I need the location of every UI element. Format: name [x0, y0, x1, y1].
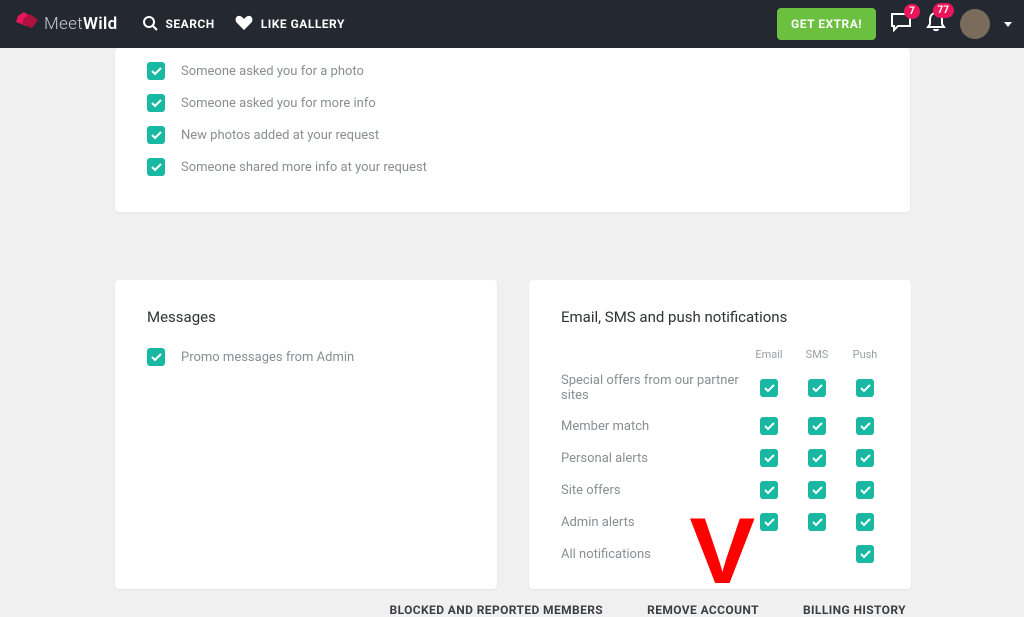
checkbox[interactable] [147, 348, 165, 366]
checkbox-sms[interactable] [808, 449, 826, 467]
checkbox-email[interactable] [760, 449, 778, 467]
checkbox-push[interactable] [856, 545, 874, 563]
notif-row: All notifications [561, 545, 879, 563]
blocked-members-link[interactable]: BLOCKED AND REPORTED MEMBERS [390, 603, 604, 617]
setting-row: Promo messages from Admin [147, 348, 465, 366]
notif-row: Special offers from our partner sites [561, 373, 879, 403]
chat-badge: 7 [904, 4, 920, 19]
billing-history-link[interactable]: BILLING HISTORY [803, 603, 906, 617]
checkbox[interactable] [147, 94, 165, 112]
chat-button[interactable]: 7 [890, 12, 912, 36]
notif-label: Member match [561, 419, 755, 434]
col-email: Email [755, 348, 783, 361]
setting-label: Someone shared more info at your request [181, 160, 427, 175]
setting-row: Someone shared more info at your request [147, 158, 878, 176]
header-right: GET EXTRA! 7 77 [777, 8, 1012, 40]
col-push: Push [851, 348, 879, 361]
brand-text: MeetWild [44, 14, 118, 34]
brand-logo[interactable]: MeetWild [12, 12, 118, 36]
checkbox-push[interactable] [856, 513, 874, 531]
setting-row: Someone asked you for a photo [147, 62, 878, 80]
profile-menu-caret[interactable] [1004, 22, 1012, 27]
remove-account-link[interactable]: REMOVE ACCOUNT [647, 603, 759, 617]
checkbox-sms[interactable] [808, 481, 826, 499]
col-sms: SMS [803, 348, 831, 361]
checkbox-email[interactable] [760, 417, 778, 435]
notif-label: All notifications [561, 547, 755, 562]
checkbox-email[interactable] [760, 513, 778, 531]
notif-row: Personal alerts [561, 449, 879, 467]
avatar[interactable] [960, 9, 990, 39]
notif-label: Site offers [561, 483, 755, 498]
heart-icon [235, 15, 253, 34]
notif-row: Site offers [561, 481, 879, 499]
notifications-card: Email, SMS and push notifications Email … [529, 280, 911, 589]
checkbox[interactable] [147, 62, 165, 80]
setting-label: Someone asked you for more info [181, 96, 376, 111]
setting-label: Promo messages from Admin [181, 350, 354, 365]
messages-title: Messages [147, 308, 465, 326]
notif-label: Special offers from our partner sites [561, 373, 755, 403]
checkbox-email[interactable] [760, 379, 778, 397]
checkbox[interactable] [147, 158, 165, 176]
nav-search-label: SEARCH [166, 17, 215, 31]
nav-like-label: LIKE GALLERY [261, 17, 345, 31]
checkbox-push[interactable] [856, 481, 874, 499]
setting-row: Someone asked you for more info [147, 94, 878, 112]
notif-row: Member match [561, 417, 879, 435]
setting-row: New photos added at your request [147, 126, 878, 144]
get-extra-button[interactable]: GET EXTRA! [777, 8, 876, 40]
checkbox-email-empty [760, 545, 778, 563]
nav-search[interactable]: SEARCH [142, 15, 215, 34]
app-header: MeetWild SEARCH LIKE GALLERY GET EXTRA! … [0, 0, 1024, 48]
checkbox-email[interactable] [760, 481, 778, 499]
notifications-badge: 77 [933, 3, 954, 18]
top-settings-card: Someone asked you for a photo Someone as… [115, 48, 910, 212]
search-icon [142, 15, 158, 34]
checkbox-push[interactable] [856, 449, 874, 467]
checkbox-sms[interactable] [808, 513, 826, 531]
checkbox[interactable] [147, 126, 165, 144]
notifications-title: Email, SMS and push notifications [561, 308, 879, 326]
checkbox-sms[interactable] [808, 379, 826, 397]
checkbox-push[interactable] [856, 417, 874, 435]
notif-label: Admin alerts [561, 515, 755, 530]
footer-links: BLOCKED AND REPORTED MEMBERS REMOVE ACCO… [0, 603, 1024, 617]
nav-like-gallery[interactable]: LIKE GALLERY [235, 15, 345, 34]
notifications-button[interactable]: 77 [926, 11, 946, 37]
notif-row: Admin alerts [561, 513, 879, 531]
notif-label: Personal alerts [561, 451, 755, 466]
checkbox-push[interactable] [856, 379, 874, 397]
messages-card: Messages Promo messages from Admin [115, 280, 497, 589]
header-nav: SEARCH LIKE GALLERY [142, 15, 345, 34]
checkbox-sms-empty [808, 545, 826, 563]
checkbox-sms[interactable] [808, 417, 826, 435]
notif-columns: Email SMS Push [561, 348, 879, 361]
setting-label: New photos added at your request [181, 128, 379, 143]
settings-columns: Messages Promo messages from Admin Email… [115, 280, 911, 589]
setting-label: Someone asked you for a photo [181, 64, 364, 79]
logo-icon [12, 12, 38, 36]
